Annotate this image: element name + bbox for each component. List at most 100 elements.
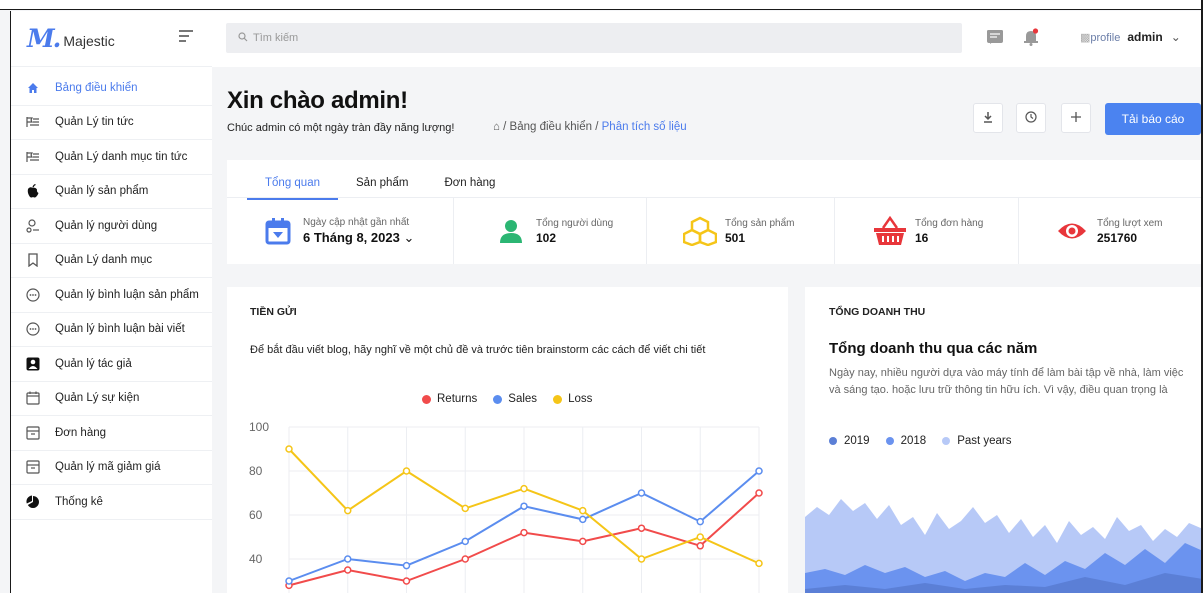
- search-icon: [238, 31, 248, 45]
- sidebar-item[interactable]: Quản lý tác giả: [11, 347, 212, 382]
- brand[interactable]: M. Majestic: [11, 11, 212, 67]
- topbar: Tìm kiếm ▩profile admin ⌄: [212, 11, 1203, 67]
- data-point-returns: [402, 577, 411, 585]
- download-icon: [982, 110, 994, 126]
- stats-row: Ngày cập nhật gần nhất 6 Tháng 8, 2023 ⌄…: [227, 197, 1203, 264]
- legend-dot: [493, 394, 503, 404]
- page-title: Xin chào admin!: [227, 87, 408, 114]
- chart-legend: Returns Sales Loss: [422, 393, 608, 405]
- y-tick-label: 80: [249, 464, 263, 478]
- revenue-card: TỔNG DOANH THU Tổng doanh thu qua các nă…: [805, 287, 1203, 593]
- data-point-returns: [579, 537, 587, 546]
- archive-icon: [25, 459, 41, 475]
- legend-item[interactable]: Returns: [422, 393, 477, 405]
- data-point-sales: [344, 555, 352, 563]
- calendar-icon: [25, 390, 41, 406]
- home-icon[interactable]: ⌂: [493, 121, 500, 133]
- sidebar-item[interactable]: Quản lý bình luận bài viết: [11, 313, 212, 347]
- profile-menu[interactable]: ▩profile admin ⌄: [1080, 30, 1181, 44]
- sidebar-item[interactable]: Thống kê: [11, 485, 212, 520]
- breadcrumb: ⌂ / Bảng điều khiển / Phân tích số liệu: [493, 121, 687, 133]
- sidebar-item[interactable]: Quản Lý sự kiện: [11, 382, 212, 416]
- data-point-sales: [461, 537, 469, 546]
- stat-value: 16: [915, 230, 929, 245]
- sidebar-item[interactable]: Quản lý mã giảm giá: [11, 451, 212, 485]
- archive-icon: [25, 425, 41, 441]
- legend-label: Past years: [957, 435, 1012, 447]
- sidebar-item-label: Quản lý bình luận bài viết: [55, 323, 185, 336]
- add-button[interactable]: [1061, 103, 1091, 133]
- author-icon: [25, 356, 41, 372]
- data-point-sales: [520, 502, 528, 510]
- download-button[interactable]: [973, 103, 1003, 133]
- legend-dot: [942, 437, 951, 445]
- legend-label: Returns: [437, 393, 478, 405]
- brand-logo: M.: [27, 24, 61, 53]
- data-point-loss: [344, 506, 352, 515]
- data-point-returns: [637, 524, 646, 532]
- bell-icon[interactable]: [1023, 28, 1039, 51]
- stat-value: 102: [536, 230, 557, 245]
- legend-label: 2018: [900, 435, 927, 447]
- username: admin: [1127, 30, 1163, 44]
- card-title: TỔNG DOANH THU: [829, 306, 926, 318]
- stat-label: Tổng lượt xem: [1097, 217, 1163, 229]
- tab-overview[interactable]: Tổng quan: [247, 170, 338, 200]
- message-icon[interactable]: [987, 30, 1003, 44]
- download-report-button[interactable]: Tải báo cáo: [1105, 103, 1201, 135]
- bookmark-icon: [25, 252, 41, 268]
- sidebar-item-label: Đơn hàng: [55, 426, 107, 439]
- sidebar-item-label: Quản lý sản phẩm: [55, 185, 149, 198]
- stat-value: 501: [725, 230, 746, 245]
- sidebar: M. Majestic Bảng điều khiển Quản Lý tin t…: [10, 11, 212, 593]
- comment-icon: [25, 287, 41, 303]
- legend-item[interactable]: 2018: [885, 435, 927, 447]
- sidebar-item-label: Quản lý bình luận sản phẩm: [55, 288, 199, 301]
- chart-legend: 2019 2018 Past years: [829, 435, 1028, 447]
- sidebar-item-label: Bảng điều khiển: [55, 81, 138, 94]
- stat-total-views: Tổng lượt xem 251760: [1019, 198, 1203, 264]
- stat-total-orders: Tổng đơn hàng 16: [835, 198, 1019, 264]
- deposit-card: TIỀN GỬI Để bắt đầu viết blog, hãy nghĩ …: [227, 287, 788, 593]
- window-frame: [0, 0, 1203, 10]
- sidebar-item[interactable]: Quản lý bình luận sản phẩm: [11, 278, 212, 313]
- stat-total-users: Tổng người dùng 102: [454, 198, 647, 264]
- sidebar-item-label: Quản Lý danh mục: [55, 254, 153, 267]
- sidebar-item[interactable]: Bảng điều khiển: [11, 71, 212, 106]
- search-input[interactable]: Tìm kiếm: [226, 23, 962, 53]
- home-icon: [25, 80, 41, 96]
- sidebar-nav: Bảng điều khiển Quản Lý tin tức Quản Lý da…: [11, 67, 212, 520]
- sidebar-item[interactable]: Quản Lý danh mục: [11, 244, 212, 278]
- stat-label: Tổng sản phẩm: [725, 217, 795, 229]
- sidebar-item[interactable]: Quản lý sản phẩm: [11, 175, 212, 209]
- legend-item[interactable]: Past years: [942, 435, 1012, 447]
- data-point-loss: [579, 506, 587, 515]
- sidebar-item[interactable]: Quản lý người dùng: [11, 209, 212, 244]
- news-category-icon: [25, 149, 41, 165]
- data-point-loss: [755, 559, 763, 568]
- stat-last-updated[interactable]: Ngày cập nhật gần nhất 6 Tháng 8, 2023 ⌄: [227, 198, 454, 264]
- tab-orders[interactable]: Đơn hàng: [426, 170, 513, 200]
- clock-icon: [1025, 110, 1037, 126]
- boxes-icon: [683, 214, 717, 248]
- legend-dot: [422, 394, 431, 404]
- legend-item[interactable]: Sales: [493, 393, 537, 405]
- data-point-returns: [461, 555, 469, 563]
- sidebar-item[interactable]: Quản Lý danh mục tin tức: [11, 140, 212, 175]
- legend-item[interactable]: Loss: [553, 393, 592, 405]
- sidebar-item-label: Quản lý tác giả: [55, 357, 132, 370]
- legend-item[interactable]: 2019: [829, 435, 870, 447]
- breadcrumb-dashboard[interactable]: Bảng điều khiển: [510, 121, 592, 133]
- page-subtitle: Chúc admin có một ngày tràn đầy năng lượ…: [227, 122, 455, 134]
- data-point-returns: [520, 528, 528, 537]
- sidebar-item[interactable]: Quản Lý tin tức: [11, 106, 212, 140]
- history-button[interactable]: [1016, 103, 1046, 133]
- revenue-heading: Tổng doanh thu qua các năm: [829, 340, 1038, 357]
- tab-products[interactable]: Sản phẩm: [338, 170, 426, 200]
- data-point-loss: [402, 467, 411, 475]
- menu-toggle-icon[interactable]: [179, 30, 193, 45]
- data-point-returns: [696, 542, 704, 550]
- data-point-sales: [637, 489, 646, 497]
- data-point-sales: [402, 561, 411, 570]
- sidebar-item[interactable]: Đơn hàng: [11, 416, 212, 451]
